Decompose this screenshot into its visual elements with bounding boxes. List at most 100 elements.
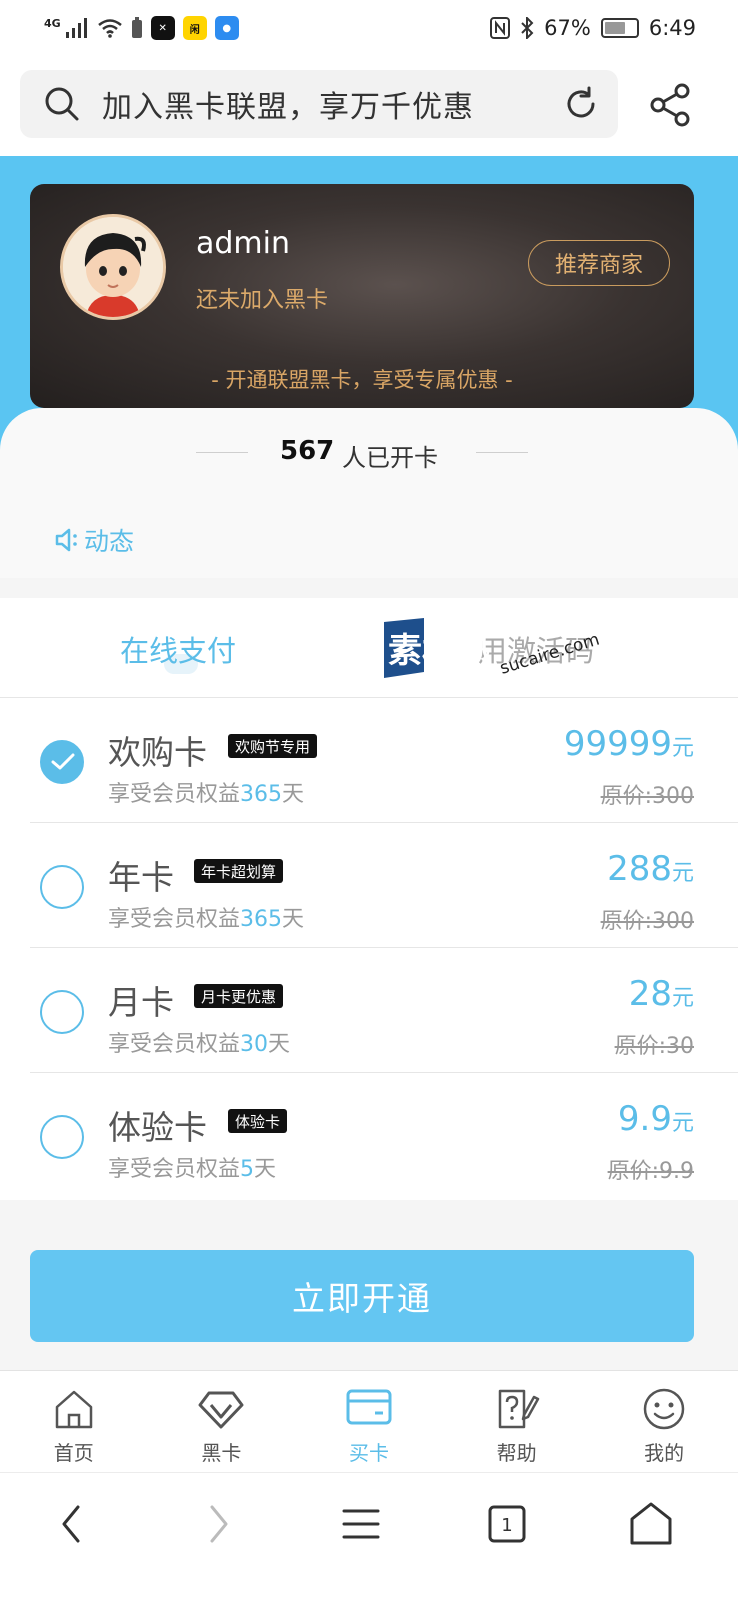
- home-button-icon[interactable]: [626, 1499, 676, 1549]
- original-price: 原价:300: [600, 909, 694, 934]
- speaker-icon: [55, 528, 77, 552]
- status-right: 67% 6:49: [490, 16, 696, 40]
- plan-tag: 欢购节专用: [228, 734, 318, 758]
- plan-tag: 体验卡: [228, 1109, 288, 1133]
- plan-desc-suffix: 天: [254, 1157, 277, 1182]
- member-card: admin 还未加入黑卡 推荐商家 - 开通联盟黑卡，享受专属优惠 -: [30, 184, 694, 408]
- watermark-subtext: sucaire.com: [498, 630, 602, 679]
- username: admin: [196, 226, 290, 261]
- plan-days: 5: [240, 1157, 255, 1182]
- clock: 6:49: [648, 16, 696, 40]
- divider-left: [196, 452, 248, 453]
- plan-tag: 年卡超划算: [194, 859, 284, 883]
- card-holder-count: 567: [280, 436, 335, 466]
- wifi-icon: [97, 19, 122, 38]
- recommend-merchant-button[interactable]: 推荐商家: [528, 240, 670, 286]
- battery-icon: [600, 18, 639, 38]
- price-unit: 元: [671, 986, 694, 1011]
- card-icon: [346, 1389, 392, 1425]
- nav-item-buy-card[interactable]: 买卡: [295, 1371, 443, 1472]
- nav-label: 帮助: [496, 1441, 537, 1465]
- original-price: 原价:300: [600, 784, 694, 809]
- forward-icon[interactable]: [192, 1499, 242, 1549]
- avatar[interactable]: [60, 214, 166, 320]
- news-label: 动态: [84, 527, 135, 556]
- system-navigation: 1: [0, 1472, 738, 1600]
- plan-name: 欢购卡: [108, 733, 207, 772]
- plan-description: 享受会员权益365天: [108, 776, 304, 808]
- original-price: 原价:30: [614, 1034, 694, 1059]
- tab-online-payment[interactable]: 在线支付: [120, 628, 236, 670]
- plan-days: 30: [240, 1032, 269, 1057]
- price-value: 28: [628, 974, 672, 1014]
- payment-tabs: 在线支付 用激活码 素材熱 sucaire.com: [0, 598, 738, 698]
- back-icon[interactable]: [48, 1499, 98, 1549]
- plan-row[interactable]: 月卡 月卡更优惠 享受会员权益30天 28元 原价:30: [0, 948, 738, 1073]
- nav-label: 首页: [53, 1441, 94, 1465]
- xianyu-app-icon: 闲: [182, 16, 207, 40]
- battery-fill: [604, 22, 625, 34]
- plan-price: 288元: [607, 849, 694, 889]
- stats-panel: 567 人已开卡 动态: [0, 408, 738, 578]
- refresh-icon[interactable]: [562, 85, 600, 123]
- plan-row[interactable]: 欢购卡 欢购节专用 享受会员权益365天 99999元 原价:300: [0, 698, 738, 823]
- plan-description: 享受会员权益5天: [108, 1151, 276, 1183]
- radio-unselected[interactable]: [40, 1115, 84, 1159]
- browser-app-icon: ●: [214, 16, 239, 40]
- price-unit: 元: [671, 1111, 694, 1136]
- divider-right: [476, 452, 528, 453]
- search-icon[interactable]: [44, 86, 80, 122]
- tab-count: 1: [501, 1515, 512, 1536]
- cta-area: 立即开通: [0, 1220, 738, 1370]
- home-icon: [55, 1390, 93, 1429]
- plan-tag: 月卡更优惠: [194, 984, 284, 1008]
- nav-item-home[interactable]: 首页: [0, 1371, 148, 1472]
- plan-row[interactable]: 年卡 年卡超划算 享受会员权益365天 288元 原价:300: [0, 823, 738, 948]
- plan-desc-prefix: 享受会员权益: [108, 1157, 241, 1182]
- search-input[interactable]: 加入黑卡联盟，享万千优惠: [102, 82, 562, 126]
- menu-icon[interactable]: [336, 1499, 386, 1549]
- share-icon[interactable]: [646, 82, 694, 128]
- original-price: 原价:9.9: [607, 1159, 694, 1184]
- plan-row[interactable]: 体验卡 体验卡 享受会员权益5天 9.9元 原价:9.9: [0, 1073, 738, 1198]
- bluetooth-icon: [521, 17, 534, 39]
- price-unit: 元: [671, 736, 694, 761]
- nfc-icon: [490, 17, 511, 39]
- checkmark-icon: [51, 753, 75, 770]
- plan-list: 欢购卡 欢购节专用 享受会员权益365天 99999元 原价:300 年卡 年卡…: [0, 698, 738, 1200]
- plan-name: 年卡: [108, 858, 174, 897]
- plan-price: 9.9元: [618, 1099, 694, 1139]
- nav-item-help[interactable]: 帮助: [443, 1371, 591, 1472]
- battery-saver-icon: [131, 17, 142, 38]
- capcut-app-icon: ✕: [150, 16, 175, 40]
- news-feed[interactable]: 动态: [54, 522, 134, 558]
- activate-now-button[interactable]: 立即开通: [30, 1250, 694, 1342]
- plan-desc-suffix: 天: [282, 907, 305, 932]
- battery-percent: 67%: [544, 16, 591, 40]
- radio-unselected[interactable]: [40, 865, 84, 909]
- nav-item-profile[interactable]: 我的: [590, 1371, 738, 1472]
- membership-status: 还未加入黑卡: [196, 288, 329, 313]
- plan-name: 体验卡: [108, 1108, 207, 1147]
- help-icon: [498, 1389, 539, 1429]
- signal-icon: [65, 18, 87, 38]
- plan-price: 28元: [629, 974, 694, 1014]
- price-value: 9.9: [617, 1099, 672, 1139]
- search-header: 加入黑卡联盟，享万千优惠: [0, 56, 738, 156]
- plan-desc-prefix: 享受会员权益: [108, 1032, 241, 1057]
- nav-label: 买卡: [348, 1441, 389, 1465]
- plan-desc-prefix: 享受会员权益: [108, 782, 241, 807]
- watermark-logo: 素材熱 sucaire.com: [384, 618, 602, 679]
- price-unit: 元: [671, 861, 694, 886]
- nav-item-blackcard[interactable]: 黑卡: [148, 1371, 296, 1472]
- plan-description: 享受会员权益365天: [108, 901, 304, 933]
- radio-selected[interactable]: [40, 740, 84, 784]
- search-bar[interactable]: 加入黑卡联盟，享万千优惠: [20, 70, 618, 138]
- card-holder-label: 人已开卡: [342, 444, 438, 472]
- plan-days: 365: [240, 782, 283, 807]
- tabs-icon[interactable]: 1: [482, 1499, 532, 1549]
- price-value: 99999: [563, 724, 672, 764]
- network-type: 4G: [44, 16, 61, 30]
- radio-unselected[interactable]: [40, 990, 84, 1034]
- bottom-nav: 首页 黑卡 买卡 帮助 我的: [0, 1370, 738, 1472]
